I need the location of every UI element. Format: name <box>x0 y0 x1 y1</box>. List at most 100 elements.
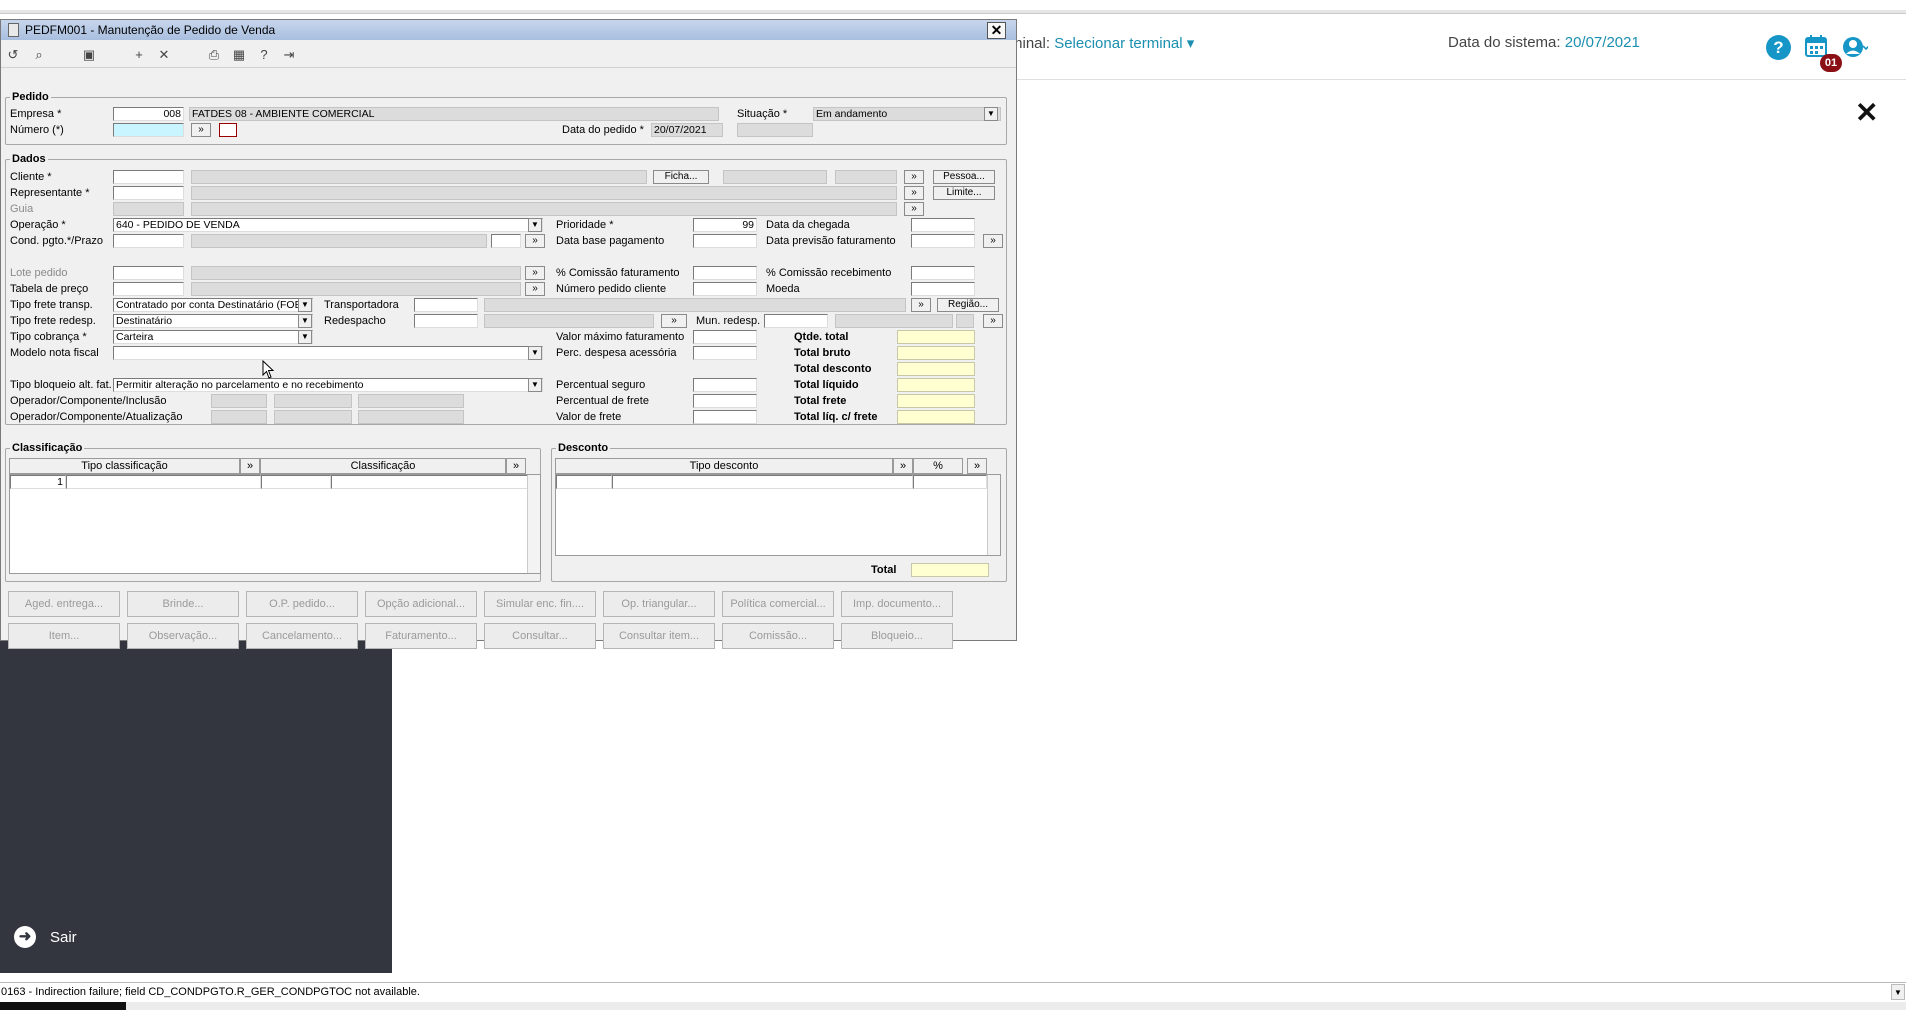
cond-pgto-more-button[interactable]: » <box>525 234 545 248</box>
moeda-input[interactable] <box>911 282 975 296</box>
chevron-down-icon[interactable]: ▼ <box>984 107 998 121</box>
calendar-icon[interactable] <box>219 123 237 137</box>
redespacho-more-button[interactable]: » <box>661 314 687 328</box>
chevron-down-icon[interactable]: ▼ <box>528 378 542 392</box>
action-button[interactable]: Comissão... <box>722 623 834 649</box>
situacao-select[interactable]: Em andamento <box>813 107 1001 121</box>
transportadora-input[interactable] <box>414 298 478 312</box>
data-base-input[interactable] <box>693 234 757 248</box>
regiao-button[interactable]: Região... <box>937 298 999 312</box>
prioridade-input[interactable]: 99 <box>693 218 757 232</box>
numero-search-button[interactable]: » <box>191 123 211 137</box>
valor-max-input[interactable] <box>693 330 757 344</box>
data-prev-more-button[interactable]: » <box>983 234 1003 248</box>
perc-frete-input[interactable] <box>693 394 757 408</box>
action-button[interactable]: Observação... <box>127 623 239 649</box>
action-button[interactable]: O.P. pedido... <box>246 591 358 617</box>
action-button[interactable]: Opção adicional... <box>365 591 477 617</box>
classificacao-desc-cell[interactable] <box>331 475 528 489</box>
window-titlebar[interactable]: PEDFM001 - Manutenção de Pedido de Venda <box>1 20 1016 40</box>
close-icon[interactable]: ✕ <box>1855 96 1878 129</box>
percent-cell[interactable] <box>913 475 987 489</box>
help-icon[interactable]: ? <box>256 47 272 63</box>
empresa-code-input[interactable]: 008 <box>113 107 184 121</box>
perc-seguro-input[interactable] <box>693 378 757 392</box>
cliente-input[interactable] <box>113 170 184 184</box>
mun-redesp-more-button[interactable]: » <box>983 314 1003 328</box>
pessoa-button[interactable]: Pessoa... <box>933 170 995 184</box>
user-icon[interactable] <box>1842 35 1868 59</box>
col-more-button[interactable]: » <box>893 458 913 474</box>
comissao-rec-input[interactable] <box>911 266 975 280</box>
mun-redesp-input[interactable] <box>764 314 828 328</box>
search-icon[interactable]: ⌕ <box>31 47 47 63</box>
tabela-preco-more-button[interactable]: » <box>525 282 545 296</box>
exit-icon[interactable]: ⇥ <box>281 47 297 63</box>
delete-icon[interactable]: ✕ <box>156 47 172 63</box>
action-button[interactable]: Op. triangular... <box>603 591 715 617</box>
tipo-classificacao-cell[interactable] <box>66 475 261 489</box>
col-more-button[interactable]: » <box>967 458 987 474</box>
action-button[interactable]: Imp. documento... <box>841 591 953 617</box>
comissao-fat-input[interactable] <box>693 266 757 280</box>
undo-icon[interactable]: ↺ <box>5 47 21 63</box>
redespacho-input[interactable] <box>414 314 478 328</box>
col-more-button[interactable]: » <box>240 458 260 474</box>
action-button[interactable]: Consultar item... <box>603 623 715 649</box>
chevron-down-icon[interactable]: ▼ <box>1891 984 1905 1000</box>
desconto-code-cell[interactable] <box>556 475 612 489</box>
action-button[interactable]: Política comercial... <box>722 591 834 617</box>
logout-button[interactable]: ➜ Sair <box>14 926 77 948</box>
action-button[interactable]: Cancelamento... <box>246 623 358 649</box>
ficha-button[interactable]: Ficha... <box>653 170 709 184</box>
chevron-down-icon[interactable]: ▼ <box>298 314 312 328</box>
operacao-select[interactable]: 640 - PEDIDO DE VENDA <box>113 218 543 232</box>
perc-despesa-input[interactable] <box>693 346 757 360</box>
help-icon[interactable]: ? <box>1766 35 1791 60</box>
num-pedido-cliente-input[interactable] <box>693 282 757 296</box>
tipo-frete-select[interactable]: Contratado por conta Destinatário (FOB) <box>113 298 313 312</box>
action-button[interactable]: Consultar... <box>484 623 596 649</box>
calendar-icon[interactable] <box>1805 35 1827 57</box>
tipo-frete-redesp-select[interactable]: Destinatário <box>113 314 313 328</box>
col-classificacao[interactable]: Classificação <box>260 458 506 474</box>
modelo-nf-select[interactable] <box>113 346 543 360</box>
calendar-icon[interactable]: ▦ <box>231 47 247 63</box>
tipo-bloqueio-select[interactable]: Permitir alteração no parcelamento e no … <box>113 378 543 392</box>
prazo-input[interactable] <box>491 234 521 248</box>
chevron-down-icon[interactable]: ▼ <box>298 330 312 344</box>
action-button[interactable]: Item... <box>8 623 120 649</box>
print-icon[interactable]: ⎙ <box>206 47 222 63</box>
col-tipo-desconto[interactable]: Tipo desconto <box>555 458 893 474</box>
col-percent[interactable]: % <box>913 458 963 474</box>
lote-input[interactable] <box>113 266 184 280</box>
scrollbar[interactable] <box>987 475 1000 555</box>
col-tipo-classificacao[interactable]: Tipo classificação <box>9 458 240 474</box>
classificacao-grid[interactable] <box>9 474 541 574</box>
action-button[interactable]: Bloqueio... <box>841 623 953 649</box>
chevron-down-icon[interactable]: ▼ <box>298 298 312 312</box>
representante-input[interactable] <box>113 186 184 200</box>
terminal-value[interactable]: Selecionar terminal <box>1054 35 1182 52</box>
data-prev-input[interactable] <box>911 234 975 248</box>
window-close-button[interactable]: ✕ <box>987 22 1006 39</box>
save-icon[interactable]: ▣ <box>81 47 97 63</box>
tipo-desconto-cell[interactable] <box>612 475 913 489</box>
scrollbar[interactable] <box>527 475 540 573</box>
cliente-more-button[interactable]: » <box>904 170 924 184</box>
action-button[interactable]: Brinde... <box>127 591 239 617</box>
classificacao-code-cell[interactable] <box>261 475 331 489</box>
col-more-button[interactable]: » <box>506 458 526 474</box>
numero-input[interactable] <box>113 123 184 137</box>
chevron-down-icon[interactable]: ▼ <box>528 346 542 360</box>
tabela-preco-input[interactable] <box>113 282 184 296</box>
add-icon[interactable]: + <box>131 47 147 63</box>
valor-frete-input[interactable] <box>693 410 757 424</box>
tipo-cobranca-select[interactable]: Carteira <box>113 330 313 344</box>
data-chegada-input[interactable] <box>911 218 975 232</box>
limite-button[interactable]: Limite... <box>933 186 995 200</box>
cond-pgto-input[interactable] <box>113 234 184 248</box>
terminal-selector[interactable]: rminal: Selecionar terminal ▾ <box>1005 34 1194 52</box>
representante-more-button[interactable]: » <box>904 186 924 200</box>
chevron-down-icon[interactable]: ▼ <box>528 218 542 232</box>
